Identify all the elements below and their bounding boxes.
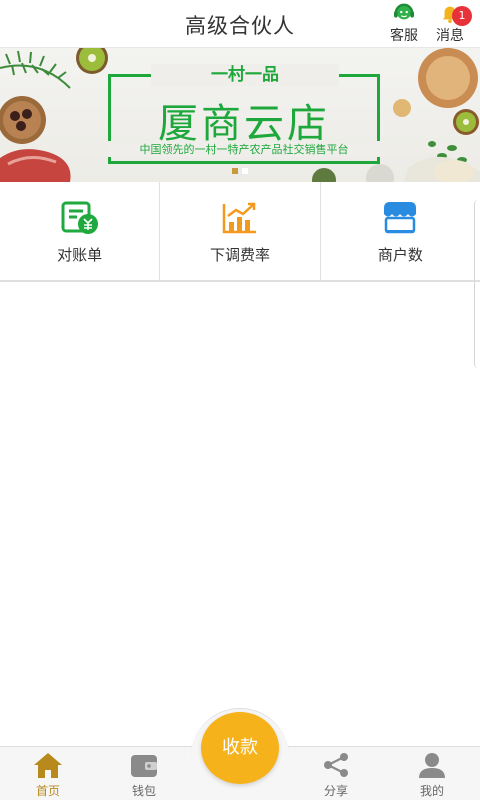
messages-label: 消息: [436, 28, 464, 44]
wallet-icon: [131, 755, 157, 777]
nav-mine[interactable]: 我的: [397, 751, 467, 799]
banner-tagline: 中国领先的一村一特产农产品社交销售平台: [108, 141, 380, 157]
banner-dot-active[interactable]: [232, 168, 238, 174]
banner-subtitle: 一村一品: [151, 64, 339, 86]
user-icon: [419, 753, 445, 778]
statement-button[interactable]: 对账单: [0, 182, 161, 280]
nav-share[interactable]: 分享: [301, 751, 371, 799]
nav-mine-label: 我的: [419, 784, 444, 798]
top-header: 高级合伙人 客服 消息 1: [0, 0, 480, 48]
nav-wallet[interactable]: 钱包: [109, 751, 179, 799]
banner-pagination: [0, 168, 480, 174]
side-scroll-indicator: [474, 200, 480, 368]
customer-service-label: 客服: [390, 28, 418, 44]
promo-banner[interactable]: 一村一品 厦商云店 中国领先的一村一特产农产品社交销售平台: [0, 48, 480, 182]
lower-rate-button[interactable]: 下调费率: [160, 182, 321, 280]
home-icon: [34, 753, 62, 778]
lower-rate-label: 下调费率: [209, 246, 270, 264]
merchant-count-button[interactable]: 商户数: [321, 182, 480, 280]
messages-button[interactable]: 消息 1: [428, 3, 472, 45]
unread-badge: 1: [452, 6, 472, 26]
merchant-count-label: 商户数: [377, 246, 423, 264]
headset-icon: [394, 3, 414, 20]
nav-home[interactable]: 首页: [13, 751, 83, 799]
function-row: 对账单 下调费率 商户数: [0, 182, 480, 282]
statement-icon: [61, 201, 98, 234]
share-icon: [324, 753, 348, 777]
banner-dot[interactable]: [242, 168, 248, 174]
nav-share-label: 分享: [323, 784, 348, 798]
nav-home-label: 首页: [35, 784, 60, 798]
statement-label: 对账单: [57, 246, 103, 264]
nav-wallet-label: 钱包: [131, 784, 156, 798]
customer-service-button[interactable]: 客服: [382, 3, 426, 45]
rate-chart-icon: [222, 202, 256, 234]
store-icon: [384, 202, 417, 234]
collect-payment-button[interactable]: 收款: [201, 712, 279, 784]
